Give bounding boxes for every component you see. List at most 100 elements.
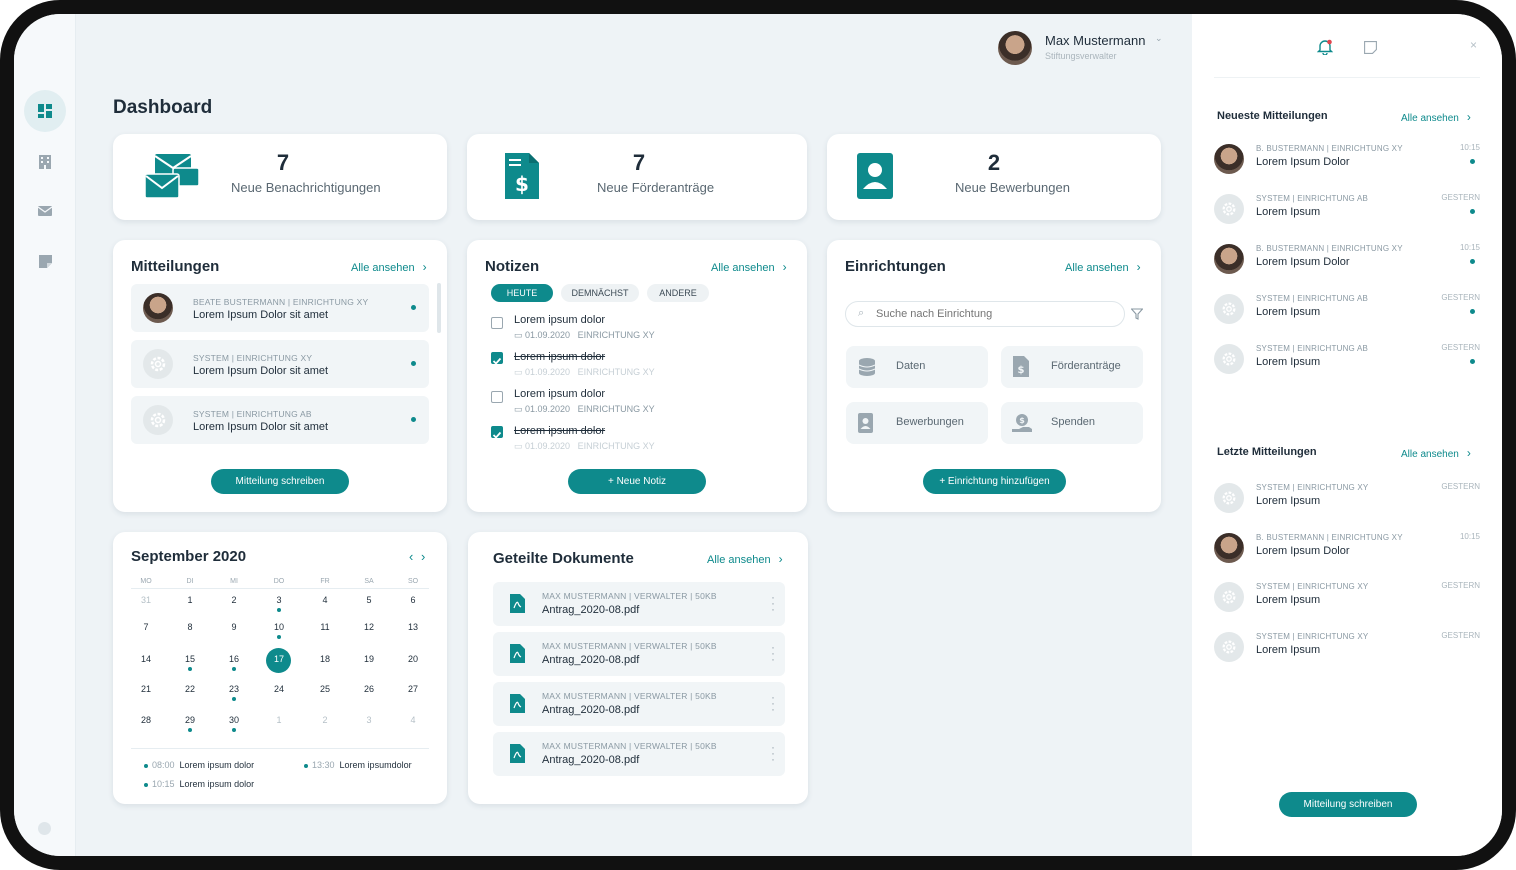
calendar-day[interactable]: 19 xyxy=(354,654,384,664)
search-input[interactable] xyxy=(876,306,1116,322)
see-all-link[interactable]: Alle ansehen › xyxy=(1401,110,1471,124)
calendar-event[interactable]: 13:30 Lorem ipsumdolor xyxy=(312,760,412,770)
see-all-link[interactable]: Alle ansehen › xyxy=(707,552,783,566)
nav-dashboard[interactable] xyxy=(24,90,66,132)
calendar-day[interactable]: 7 xyxy=(131,622,161,632)
calendar-day[interactable]: 23 xyxy=(219,684,249,694)
document-item[interactable]: MAX MUSTERMANN | VERWALTER | 50KB Antrag… xyxy=(493,682,785,726)
see-all-link[interactable]: Alle ansehen › xyxy=(711,260,787,274)
see-all-link[interactable]: Alle ansehen › xyxy=(1401,446,1471,460)
user-name[interactable]: Max Mustermann xyxy=(1045,33,1145,48)
chevron-left-icon[interactable]: ‹ xyxy=(409,549,413,564)
calendar-day[interactable]: 1 xyxy=(175,595,205,605)
add-facility-button[interactable]: + Einrichtung hinzufügen xyxy=(923,469,1066,494)
tab-heute[interactable]: HEUTE xyxy=(491,284,553,302)
calendar-day[interactable]: 20 xyxy=(398,654,428,664)
calendar-day[interactable]: 10 xyxy=(264,622,294,632)
calendar-day[interactable]: 28 xyxy=(131,715,161,725)
calendar-day[interactable]: 3 xyxy=(354,715,384,725)
calendar-day[interactable]: 1 xyxy=(264,715,294,725)
more-options-icon[interactable]: · · · xyxy=(771,591,775,615)
new-note-button[interactable]: + Neue Notiz xyxy=(568,469,706,494)
tile-bewerbungen[interactable]: Bewerbungen xyxy=(846,402,988,444)
note-checkbox[interactable] xyxy=(491,391,503,403)
nav-notes[interactable] xyxy=(24,240,66,282)
message-item[interactable]: BEATE BUSTERMANN | EINRICHTUNG XY Lorem … xyxy=(131,284,429,332)
see-all-link[interactable]: Alle ansehen › xyxy=(1065,260,1141,274)
message-item[interactable]: SYSTEM | EINRICHTUNG XY Lorem Ipsum Dolo… xyxy=(131,340,429,388)
calendar-day[interactable]: 26 xyxy=(354,684,384,694)
tab-andere[interactable]: ANDERE xyxy=(647,284,709,302)
calendar-day[interactable]: 4 xyxy=(398,715,428,725)
tile-spenden[interactable]: $ Spenden xyxy=(1001,402,1143,444)
calendar-day[interactable]: 8 xyxy=(175,622,205,632)
calendar-event[interactable]: 08:00 Lorem ipsum dolor xyxy=(152,760,254,770)
message-item[interactable]: SYSTEM | EINRICHTUNG XY Lorem Ipsum GEST… xyxy=(1214,579,1480,619)
calendar-day[interactable]: 15 xyxy=(175,654,205,664)
calendar-day[interactable]: 6 xyxy=(398,595,428,605)
nav-buildings[interactable] xyxy=(24,141,66,183)
document-item[interactable]: MAX MUSTERMANN | VERWALTER | 50KB Antrag… xyxy=(493,732,785,776)
calendar-day[interactable]: 5 xyxy=(354,595,384,605)
write-message-button[interactable]: Mitteilung schreiben xyxy=(1279,792,1417,817)
message-item[interactable]: B. BUSTERMANN | EINRICHTUNG XY Lorem Ips… xyxy=(1214,241,1480,281)
calendar-day[interactable]: 12 xyxy=(354,622,384,632)
calendar-day[interactable]: 21 xyxy=(131,684,161,694)
facility-search[interactable]: ⌕ xyxy=(845,301,1125,327)
message-item[interactable]: B. BUSTERMANN | EINRICHTUNG XY Lorem Ips… xyxy=(1214,141,1480,181)
chevron-right-icon[interactable]: › xyxy=(421,549,425,564)
see-all-link[interactable]: Alle ansehen › xyxy=(351,260,427,274)
write-message-button[interactable]: Mitteilung schreiben xyxy=(211,469,349,494)
close-icon[interactable]: × xyxy=(1470,38,1477,52)
note-checkbox[interactable] xyxy=(491,317,503,329)
note-checkbox[interactable] xyxy=(491,426,503,439)
message-item[interactable]: SYSTEM | EINRICHTUNG AB Lorem Ipsum GEST… xyxy=(1214,341,1480,381)
calendar-day[interactable]: 13 xyxy=(398,622,428,632)
stat-card-applications[interactable]: $ 7 Neue Förderanträge xyxy=(467,134,807,220)
calendar-day[interactable]: 14 xyxy=(131,654,161,664)
document-item[interactable]: MAX MUSTERMANN | VERWALTER | 50KB Antrag… xyxy=(493,632,785,676)
calendar-day[interactable]: 9 xyxy=(219,622,249,632)
more-options-icon[interactable]: · · · xyxy=(771,691,775,715)
scrollbar[interactable] xyxy=(437,283,441,333)
calendar-day[interactable]: 2 xyxy=(310,715,340,725)
user-avatar[interactable] xyxy=(998,31,1032,65)
calendar-day[interactable]: 4 xyxy=(310,595,340,605)
message-item[interactable]: SYSTEM | EINRICHTUNG XY Lorem Ipsum GEST… xyxy=(1214,629,1480,669)
bell-icon[interactable] xyxy=(1317,39,1333,55)
event-dot xyxy=(188,667,192,671)
calendar-event[interactable]: 10:15 Lorem ipsum dolor xyxy=(152,779,254,789)
tile-daten[interactable]: Daten xyxy=(846,346,988,388)
calendar-day[interactable]: 11 xyxy=(310,622,340,632)
calendar-day[interactable]: 17 xyxy=(264,654,294,664)
nav-messages[interactable] xyxy=(24,190,66,232)
stat-card-notifications[interactable]: 7 Neue Benachrichtigungen xyxy=(113,134,447,220)
calendar-day[interactable]: 31 xyxy=(131,595,161,605)
tab-demnaechst[interactable]: DEMNÄCHST xyxy=(561,284,639,302)
message-item[interactable]: SYSTEM | EINRICHTUNG AB Lorem Ipsum Dolo… xyxy=(131,396,429,444)
message-item[interactable]: SYSTEM | EINRICHTUNG AB Lorem Ipsum GEST… xyxy=(1214,291,1480,331)
calendar-day[interactable]: 2 xyxy=(219,595,249,605)
calendar-day[interactable]: 30 xyxy=(219,715,249,725)
more-options-icon[interactable]: · · · xyxy=(771,741,775,765)
message-item[interactable]: SYSTEM | EINRICHTUNG XY Lorem Ipsum GEST… xyxy=(1214,480,1480,520)
note-icon[interactable] xyxy=(1364,41,1377,54)
calendar-day[interactable]: 18 xyxy=(310,654,340,664)
note-checkbox[interactable] xyxy=(491,352,503,365)
calendar-day[interactable]: 27 xyxy=(398,684,428,694)
chevron-down-icon[interactable]: ⌄ xyxy=(1155,33,1163,44)
calendar-day[interactable]: 3 xyxy=(264,595,294,605)
document-item[interactable]: MAX MUSTERMANN | VERWALTER | 50KB Antrag… xyxy=(493,582,785,626)
tile-foerderantraege[interactable]: $ Förderanträge xyxy=(1001,346,1143,388)
stat-card-applicants[interactable]: 2 Neue Bewerbungen xyxy=(827,134,1161,220)
message-item[interactable]: B. BUSTERMANN | EINRICHTUNG XY Lorem Ips… xyxy=(1214,530,1480,570)
filter-icon[interactable] xyxy=(1131,308,1143,320)
calendar-day[interactable]: 22 xyxy=(175,684,205,694)
more-options-icon[interactable]: · · · xyxy=(771,641,775,665)
collapse-icon[interactable] xyxy=(38,822,51,835)
calendar-day[interactable]: 16 xyxy=(219,654,249,664)
calendar-day[interactable]: 25 xyxy=(310,684,340,694)
calendar-day[interactable]: 24 xyxy=(264,684,294,694)
message-item[interactable]: SYSTEM | EINRICHTUNG AB Lorem Ipsum GEST… xyxy=(1214,191,1480,231)
calendar-day[interactable]: 29 xyxy=(175,715,205,725)
